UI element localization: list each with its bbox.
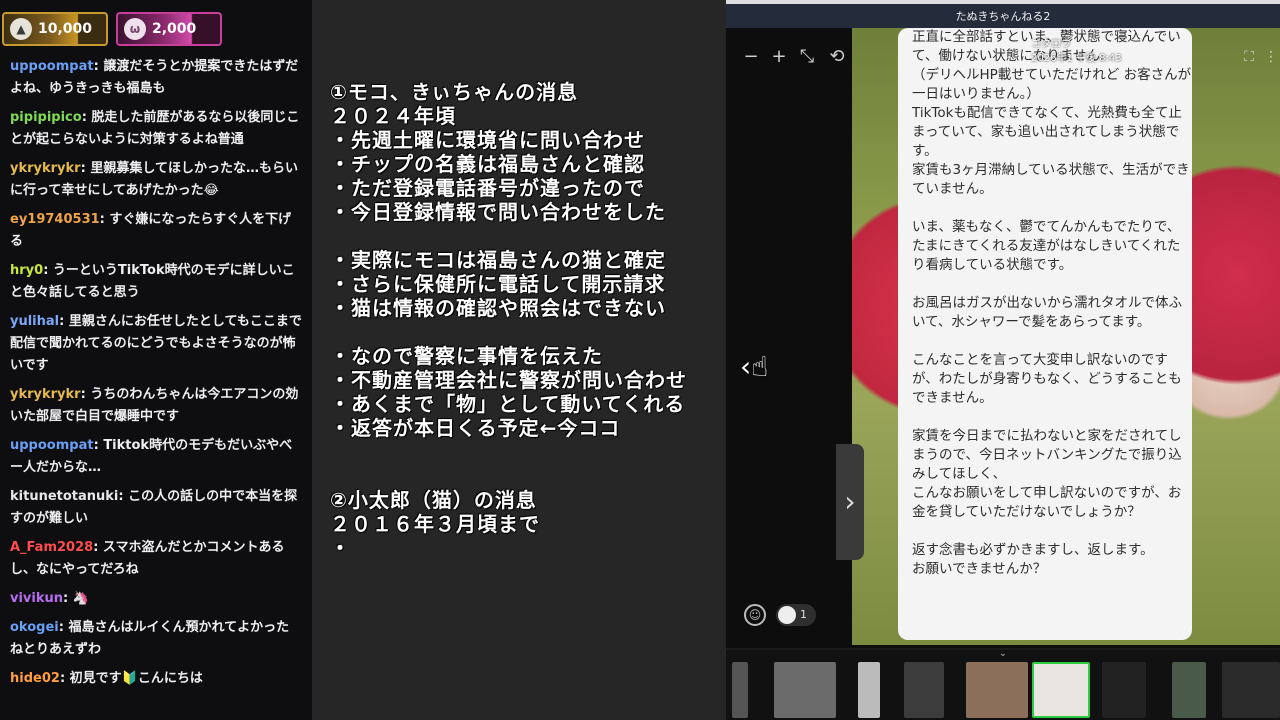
reaction-bar: ☺ 1 xyxy=(744,604,816,626)
chat-message: pipipipico: 脱走した前歴があるなら以後同じことが起こらないように対策… xyxy=(10,107,302,151)
chat-username[interactable]: pipipipico xyxy=(10,110,82,125)
bits-badge-10000[interactable]: ▲ 10,000 xyxy=(2,12,108,46)
note-line: ・ xyxy=(330,536,351,560)
chat-message: uppoompat: 譲渡だそうとか提案できたはずだよね、ゆうきっきも福島も xyxy=(10,56,302,100)
reaction-count: 1 xyxy=(800,608,807,621)
bubble-paragraph: いま、薬もなく、鬱でてんかんもでたりで、たまにきてくれる友達がはなしきいてくれた… xyxy=(912,219,1181,273)
chat-text: 🦄 xyxy=(72,591,89,606)
bubble-paragraph: お風呂はガスが出ないから濡れタオルで体ふいて、水シャワーで髪をあらってます。 xyxy=(912,295,1182,330)
chat-message-list: uppoompat: 譲渡だそうとか提案できたはずだよね、ゆうきっきも福島も pi… xyxy=(10,56,302,697)
chat-separator: : xyxy=(59,314,69,329)
thumbnail[interactable] xyxy=(1102,662,1146,718)
chat-username[interactable]: uppoompat xyxy=(10,59,94,74)
cat-coin-icon: ω xyxy=(124,18,146,40)
chat-message: ey19740531: すぐ嫌になったらすぐ人を下げる xyxy=(10,209,302,253)
chat-message: hide02: 初見です🔰こんにちは xyxy=(10,668,302,690)
thumbnail[interactable] xyxy=(1222,662,1280,718)
reaction-chip[interactable]: 1 xyxy=(776,604,816,626)
note-line: ・今日登録情報で問い合わせをした xyxy=(330,200,666,224)
chat-panel: ▲ 10,000 ω 2,000 uppoompat: 譲渡だそうとか提案できた… xyxy=(0,0,312,720)
chat-separator: : xyxy=(80,161,91,176)
chat-username[interactable]: hry0 xyxy=(10,263,43,278)
emoji-react-icon[interactable]: ☺ xyxy=(744,604,766,626)
zoom-in-icon[interactable]: + xyxy=(768,46,790,68)
message-time: 2026年1 午後 8:43 xyxy=(1031,53,1122,64)
thumbnail[interactable] xyxy=(774,662,836,718)
chat-username[interactable]: kitunetotanuki xyxy=(10,489,118,504)
chat-separator: : xyxy=(93,438,104,453)
bubble-paragraph: こんなことを言って大変申し訳ないのですが、わたしが身寄りもなく、どうすることもで… xyxy=(912,352,1182,406)
note-line: ２０１６年３月頃まで xyxy=(330,512,540,536)
thumbnail-selected[interactable] xyxy=(1032,662,1090,718)
chat-message: okogei: 福島さんはルイくん預かれてよかったねとりあえずわ xyxy=(10,617,302,661)
chat-separator: : xyxy=(63,591,73,606)
message-header: コタロウ 2026年1 午後 8:43 xyxy=(1031,38,1122,66)
rotate-icon[interactable]: ⟲ xyxy=(826,46,848,68)
fit-screen-icon[interactable]: ⤡ xyxy=(796,46,818,68)
bubble-paragraph: 家賃を今日までに払わないと家をだされてしまうので、今日ネットバンキングたで振り込… xyxy=(912,428,1182,520)
thumbnail[interactable] xyxy=(858,662,880,718)
chat-text: うーというTikTok時代のモデに詳しいこと色々話してると思う xyxy=(10,263,295,300)
thumbnail[interactable] xyxy=(966,662,1028,718)
viewer-title: たぬきちゃんねる2 xyxy=(955,10,1051,23)
chat-message: ykrykrykr: うちのわんちゃんは今エアコンの効いた部屋で白目で爆睡中です xyxy=(10,384,302,428)
chat-username[interactable]: okogei xyxy=(10,620,59,635)
chat-text: 初見です🔰こんにちは xyxy=(69,671,203,686)
thumbnail[interactable] xyxy=(1172,662,1206,718)
badge-value: 10,000 xyxy=(38,21,93,37)
more-options-icon[interactable]: ⋮ xyxy=(1260,46,1280,68)
image-viewer-window: たぬきちゃんねる2 − + ⤡ ⟲ ✎ 正直に全部話すといま、鬱状態で寝込んでい… xyxy=(726,0,1280,720)
chat-message: ykrykrykr: 里親募集してほしかったな…もらいに行って幸せにしてあげたか… xyxy=(10,158,302,202)
chat-message: A_Fam2028: スマホ盗んだとかコメントあるし、なにやってだろね xyxy=(10,537,302,581)
reaction-avatar-icon xyxy=(778,606,796,624)
chat-username[interactable]: A_Fam2028 xyxy=(10,540,93,555)
thumbnail[interactable] xyxy=(732,662,748,718)
hand-cursor-icon: ‹☝ xyxy=(740,350,769,383)
chat-separator: : xyxy=(81,110,92,125)
chat-username[interactable]: ey19740531 xyxy=(10,212,100,227)
chat-separator: : xyxy=(43,263,53,278)
chat-separator: : xyxy=(93,540,103,555)
collapse-chevron-icon[interactable]: ⌄ xyxy=(726,648,1280,659)
chat-username[interactable]: ykrykrykr xyxy=(10,387,81,402)
chat-username[interactable]: uppoompat xyxy=(10,438,94,453)
message-bubble: 正直に全部話すといま、鬱状態で寝込んでいて、働けない状態になりません。 （デリヘ… xyxy=(898,28,1192,640)
zoom-out-icon[interactable]: − xyxy=(740,46,762,68)
screenshot-icon[interactable]: ⛶ xyxy=(1238,46,1260,68)
chat-message: vivikun: 🦄 xyxy=(10,588,302,610)
chat-separator: : xyxy=(80,387,91,402)
chat-message: kitunetotanuki: この人の話しの中で本当を探すのが難しい xyxy=(10,486,302,530)
bits-badge-2000[interactable]: ω 2,000 xyxy=(116,12,222,46)
note-line: ・返答が本日くる予定←今ココ xyxy=(330,416,621,440)
chat-message: yulihal: 里親さんにお任せしたとしてもここまで配信で聞かれてるのにどうで… xyxy=(10,311,302,377)
chat-username[interactable]: yulihal xyxy=(10,314,59,329)
bubble-paragraph: 返す念書も必ずかきますし、返します。 お願いできませんか？ xyxy=(912,542,1154,577)
thumbnail-strip: ⌄ xyxy=(726,648,1280,720)
chat-username[interactable]: hide02 xyxy=(10,671,60,686)
up-arrow-coin-icon: ▲ xyxy=(10,18,32,40)
note-line: ・猫は情報の確認や照会はできない xyxy=(330,296,666,320)
sender-name: コタロウ xyxy=(1031,39,1071,50)
thumbnail[interactable] xyxy=(904,662,944,718)
chat-separator: : xyxy=(99,212,110,227)
chat-separator: : xyxy=(118,489,129,504)
chat-message: uppoompat: Tiktok時代のモデもだいぶやべー人だからな… xyxy=(10,435,302,479)
stream-notes-panel: ①モコ、きぃちゃんの消息 ２０２４年頃 ・先週土曜に環境省に問い合わせ ・チップの名義… xyxy=(312,0,726,720)
chat-username[interactable]: vivikun xyxy=(10,591,63,606)
chat-message: hry0: うーというTikTok時代のモデに詳しいこと色々話してると思う xyxy=(10,260,302,304)
viewer-titlebar: たぬきちゃんねる2 xyxy=(726,4,1280,28)
next-image-arrow-icon[interactable]: › xyxy=(836,444,864,560)
badge-value: 2,000 xyxy=(152,21,197,37)
chat-username[interactable]: ykrykrykr xyxy=(10,161,81,176)
chat-separator: : xyxy=(59,671,70,686)
badge-row: ▲ 10,000 ω 2,000 xyxy=(2,12,222,46)
chat-separator: : xyxy=(93,59,104,74)
